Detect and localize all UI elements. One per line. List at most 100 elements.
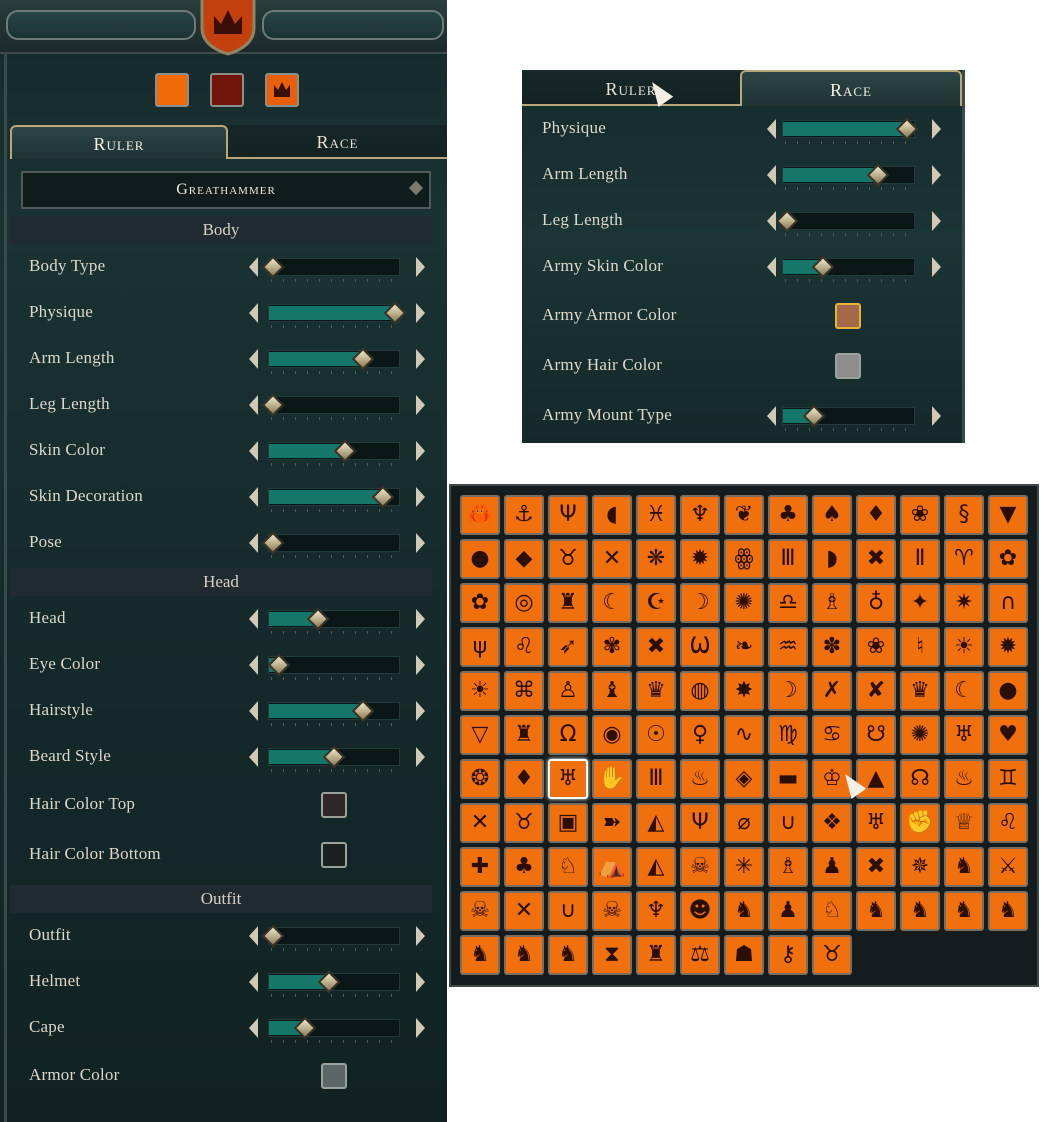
chevron-left-icon[interactable] [249, 701, 258, 721]
chevron-left-icon[interactable] [249, 972, 258, 992]
icon-cell[interactable]: ❦ [724, 495, 764, 535]
chevron-left-icon[interactable] [767, 257, 776, 277]
chevron-right-icon[interactable] [932, 257, 941, 277]
icon-cell[interactable]: ♞ [856, 891, 896, 931]
icon-cell[interactable]: ✘ [856, 671, 896, 711]
tab-ruler[interactable]: Ruler [522, 72, 740, 106]
chevron-right-icon[interactable] [416, 257, 425, 277]
icon-cell[interactable]: Ѡ [680, 627, 720, 667]
icon-cell[interactable]: ◭ [636, 803, 676, 843]
chevron-left-icon[interactable] [249, 441, 258, 461]
icon-cell[interactable]: Ψ [548, 495, 588, 535]
icon-cell[interactable]: ◉ [592, 715, 632, 755]
icon-cell[interactable]: ❂ [460, 759, 500, 799]
icon-cell[interactable]: ♉ [548, 539, 588, 579]
icon-cell[interactable]: ♉ [504, 803, 544, 843]
chevron-left-icon[interactable] [249, 395, 258, 415]
icon-cell[interactable]: ∪ [548, 891, 588, 931]
icon-cell[interactable]: ♣ [504, 847, 544, 887]
icon-cell[interactable]: ◈ [724, 759, 764, 799]
chevron-left-icon[interactable] [249, 1018, 258, 1038]
icon-cell[interactable]: ♞ [460, 935, 500, 975]
icon-cell[interactable]: § [944, 495, 984, 535]
icon-cell[interactable]: Ⅲ [768, 539, 808, 579]
icon-cell[interactable]: ⚖ [680, 935, 720, 975]
slider-arm-length[interactable] [782, 166, 915, 190]
icon-cell[interactable]: ꙮ [724, 539, 764, 579]
icon-cell[interactable]: ☊ [900, 759, 940, 799]
chevron-right-icon[interactable] [416, 1018, 425, 1038]
icon-cell[interactable]: ♌ [504, 627, 544, 667]
icon-cell[interactable]: ✕ [460, 803, 500, 843]
icon-cell[interactable]: ✖ [856, 539, 896, 579]
icon-cell[interactable]: ♣ [768, 495, 808, 535]
icon-cell[interactable]: ♙ [548, 671, 588, 711]
icon-cell[interactable]: ☽ [768, 671, 808, 711]
tab-ruler[interactable]: Ruler [10, 125, 228, 159]
icon-cell[interactable]: ✺ [900, 715, 940, 755]
icon-cell[interactable]: ✵ [900, 847, 940, 887]
chevron-right-icon[interactable] [416, 533, 425, 553]
icon-cell[interactable]: ✚ [460, 847, 500, 887]
icon-cell[interactable]: ● [988, 671, 1028, 711]
icon-cell[interactable]: ♞ [988, 891, 1028, 931]
icon-cell[interactable]: Ⅱ [900, 539, 940, 579]
icon-cell[interactable]: ♗ [768, 847, 808, 887]
chevron-right-icon[interactable] [416, 487, 425, 507]
slider-army-skin-color[interactable] [782, 258, 915, 282]
slider-cape[interactable] [268, 1019, 400, 1043]
icon-cell[interactable]: ☋ [856, 715, 896, 755]
chevron-left-icon[interactable] [249, 747, 258, 767]
icon-cell[interactable]: ♒ [768, 627, 808, 667]
chevron-left-icon[interactable] [249, 533, 258, 553]
icon-cell[interactable]: ◆ [504, 539, 544, 579]
icon-cell[interactable]: ◭ [636, 847, 676, 887]
icon-cell[interactable]: ☾ [592, 583, 632, 623]
icon-cell[interactable]: ☠ [460, 891, 500, 931]
icon-cell[interactable]: ♟ [812, 847, 852, 887]
icon-cell[interactable]: ◎ [504, 583, 544, 623]
icon-cell[interactable]: ➽ [592, 803, 632, 843]
icon-cell[interactable]: 🦀 [460, 495, 500, 535]
icon-cell[interactable]: ✹ [680, 539, 720, 579]
icon-cell[interactable]: ♅ [548, 759, 588, 799]
slider-head[interactable] [268, 610, 400, 634]
icon-cell[interactable]: ♝ [592, 671, 632, 711]
icon-cell[interactable]: ✹ [988, 627, 1028, 667]
icon-cell[interactable]: ♅ [856, 803, 896, 843]
icon-cell[interactable]: ✖ [636, 627, 676, 667]
icon-cell[interactable]: ❀ [900, 495, 940, 535]
chevron-right-icon[interactable] [932, 406, 941, 426]
icon-cell[interactable]: ▲ [856, 759, 896, 799]
slider-body-type[interactable] [268, 258, 400, 282]
icon-cell[interactable]: ♉ [812, 935, 852, 975]
icon-cell[interactable]: ♘ [812, 891, 852, 931]
chevron-right-icon[interactable] [416, 747, 425, 767]
slider-leg-length[interactable] [782, 212, 915, 236]
color-swatch-army-hair-color[interactable] [835, 353, 861, 379]
icon-cell[interactable]: ♞ [504, 935, 544, 975]
icon-cell[interactable]: ∿ [724, 715, 764, 755]
chevron-left-icon[interactable] [767, 119, 776, 139]
icon-cell[interactable]: ♎ [768, 583, 808, 623]
chevron-right-icon[interactable] [416, 926, 425, 946]
chevron-right-icon[interactable] [416, 303, 425, 323]
icon-cell[interactable]: ✊ [900, 803, 940, 843]
chevron-left-icon[interactable] [767, 406, 776, 426]
chevron-left-icon[interactable] [249, 609, 258, 629]
weapon-dropdown[interactable]: Greathammer [21, 171, 431, 209]
icon-cell[interactable]: ▬ [768, 759, 808, 799]
icon-cell[interactable]: ✿ [988, 539, 1028, 579]
slider-outfit[interactable] [268, 927, 400, 951]
icon-cell[interactable]: ✽ [812, 627, 852, 667]
color-swatch-armor-color[interactable] [321, 1063, 347, 1089]
icon-cell[interactable]: ⌀ [724, 803, 764, 843]
icon-cell[interactable]: ❋ [636, 539, 676, 579]
slider-pose[interactable] [268, 534, 400, 558]
icon-cell[interactable]: ♨ [944, 759, 984, 799]
chevron-left-icon[interactable] [767, 165, 776, 185]
icon-cell[interactable]: ◗ [812, 539, 852, 579]
icon-cell[interactable]: ✋ [592, 759, 632, 799]
icon-cell[interactable]: ψ [460, 627, 500, 667]
secondary-color-button[interactable] [210, 73, 244, 107]
